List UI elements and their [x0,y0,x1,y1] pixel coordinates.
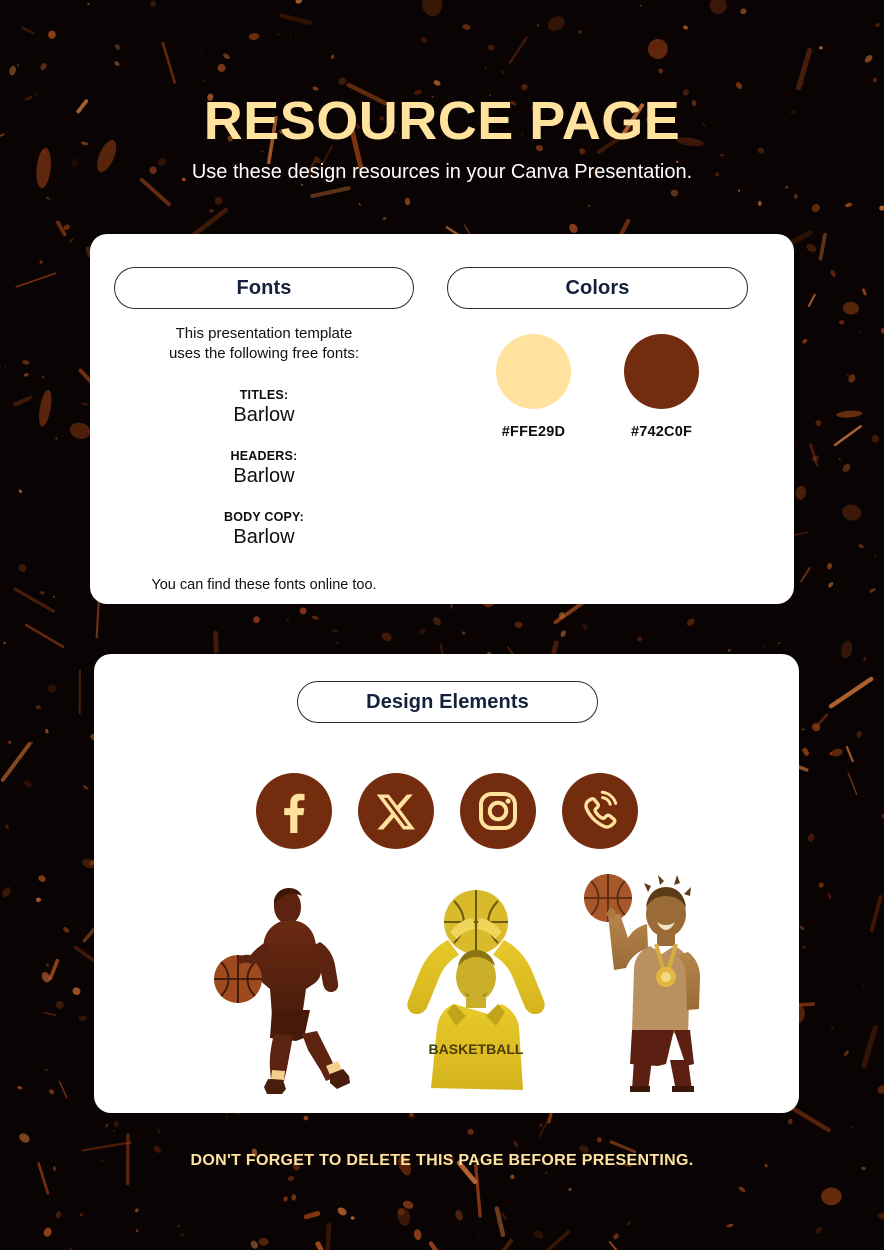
fonts-column: This presentation template uses the foll… [114,324,414,593]
basketball-player-spinning-ball-photo [584,874,700,1092]
fonts-footnote: You can find these fonts online too. [151,577,377,593]
resource-page: RESOURCE PAGE Use these design resources… [0,0,884,1250]
fonts-intro-line-2: uses the following free fonts: [168,345,360,362]
colors-column: #FFE29D #742C0F [447,334,748,440]
font-group-headers: HEADERS: Barlow [114,449,414,488]
social-icons-row [94,773,799,849]
font-name-value: Barlow [233,526,295,548]
basketball-player-dribbling-photo [214,888,350,1094]
color-swatch-dot [624,334,699,409]
color-swatch-dot [496,334,571,409]
phone-ring-icon[interactable] [561,773,638,849]
design-photos-row: BASKETBALL [94,859,799,1094]
font-name-value: Barlow [233,404,295,426]
colors-heading-pill: Colors [447,267,748,309]
delete-page-notice: DON'T FORGET TO DELETE THIS PAGE BEFORE … [190,1152,694,1169]
font-name-value: Barlow [233,465,295,487]
facebook-icon[interactable] [255,773,332,849]
design-elements-heading-pill: Design Elements [297,681,598,723]
font-role-label: BODY COPY: [223,510,305,524]
resources-card: Fonts Colors This presentation template … [90,234,794,604]
color-swatch-hex-label: #742C0F [630,424,693,440]
fonts-intro: This presentation template uses the foll… [114,324,414,364]
page-title: RESOURCE PAGE [203,91,681,151]
color-swatch-hex-label: #FFE29D [501,424,566,440]
font-role-label: HEADERS: [230,449,298,463]
svg-text:BASKETBALL: BASKETBALL [429,1041,524,1057]
font-group-body-copy: BODY COPY: Barlow [114,510,414,549]
font-role-label: TITLES: [239,388,289,402]
color-swatch-brown: #742C0F [624,334,700,440]
fonts-intro-line-1: This presentation template [175,325,353,342]
color-swatch-cream: #FFE29D [496,334,572,440]
instagram-icon[interactable] [459,773,536,849]
basketball-player-shooting-photo: BASKETBALL [407,890,545,1090]
font-group-titles: TITLES: Barlow [114,388,414,427]
fonts-heading-pill: Fonts [114,267,414,309]
design-elements-card: Design Elements BASKETBALL [94,654,799,1113]
page-subtitle: Use these design resources in your Canva… [191,161,693,183]
x-twitter-icon[interactable] [357,773,434,849]
